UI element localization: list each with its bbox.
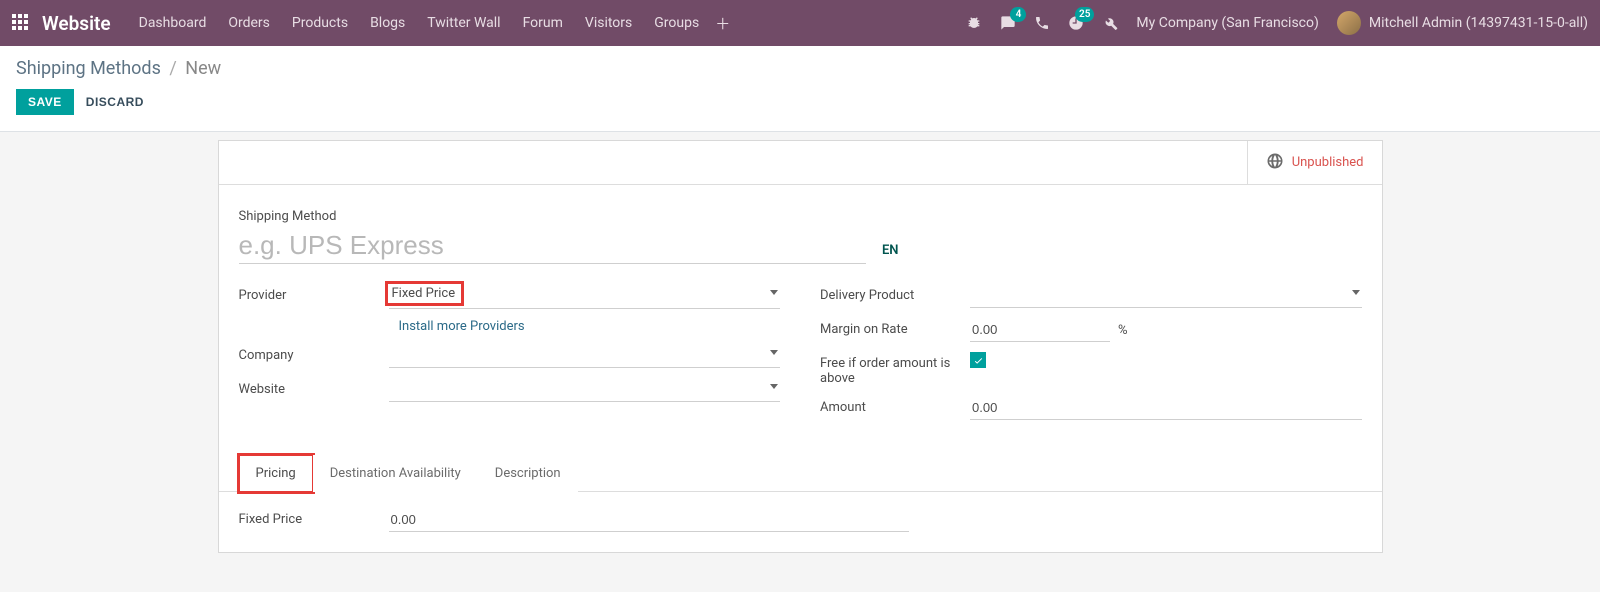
tab-destination-availability[interactable]: Destination Availability xyxy=(313,455,478,492)
company-select[interactable] xyxy=(389,344,781,368)
delivery-product-select[interactable] xyxy=(970,284,1362,308)
save-button[interactable]: SAVE xyxy=(16,89,74,115)
fixed-price-input[interactable] xyxy=(389,508,909,532)
shipping-method-input[interactable] xyxy=(239,228,866,264)
delivery-product-label: Delivery Product xyxy=(820,284,970,303)
tools-icon[interactable] xyxy=(1102,15,1118,31)
provider-label: Provider xyxy=(239,284,389,303)
user-menu[interactable]: Mitchell Admin (14397431-15-0-all) xyxy=(1337,11,1588,35)
nav-add-icon[interactable]: ＋ xyxy=(715,13,730,34)
free-if-label: Free if order amount is above xyxy=(820,352,970,386)
shipping-method-label: Shipping Method xyxy=(239,209,1362,224)
company-selector[interactable]: My Company (San Francisco) xyxy=(1136,15,1318,31)
apps-menu-icon[interactable] xyxy=(12,14,30,32)
free-if-checkbox[interactable] xyxy=(970,352,986,368)
activities-badge: 25 xyxy=(1075,7,1094,22)
install-providers-link[interactable]: Install more Providers xyxy=(399,319,525,334)
website-label: Website xyxy=(239,378,389,397)
user-name: Mitchell Admin (14397431-15-0-all) xyxy=(1369,15,1588,31)
chevron-down-icon xyxy=(770,290,778,295)
breadcrumb-root[interactable]: Shipping Methods xyxy=(16,58,161,79)
website-select[interactable] xyxy=(389,378,781,402)
activities-icon[interactable]: 25 xyxy=(1068,15,1084,31)
amount-input[interactable] xyxy=(970,396,1362,420)
form-sheet: Unpublished Shipping Method EN Provider xyxy=(218,140,1383,553)
nav-link-blogs[interactable]: Blogs xyxy=(370,15,405,31)
highlight-provider: Fixed Price xyxy=(385,281,465,306)
breadcrumb-separator: / xyxy=(169,58,176,79)
phone-icon[interactable] xyxy=(1034,15,1050,31)
nav-link-orders[interactable]: Orders xyxy=(228,15,270,31)
margin-suffix: % xyxy=(1118,323,1128,338)
tab-description[interactable]: Description xyxy=(478,455,578,492)
nav-link-groups[interactable]: Groups xyxy=(654,15,699,31)
tabs: Pricing Destination Availability Descrip… xyxy=(219,454,1382,492)
margin-input[interactable] xyxy=(970,318,1110,342)
navbar-right: 4 25 My Company (San Francisco) Mitchell… xyxy=(966,11,1588,35)
navbar: Website Dashboard Orders Products Blogs … xyxy=(0,0,1600,46)
breadcrumb: Shipping Methods / New xyxy=(16,58,1584,79)
margin-label: Margin on Rate xyxy=(820,318,970,337)
control-bar: Shipping Methods / New SAVE DISCARD xyxy=(0,46,1600,132)
nav-link-dashboard[interactable]: Dashboard xyxy=(139,15,207,31)
nav-link-twitter-wall[interactable]: Twitter Wall xyxy=(427,15,500,31)
status-bar: Unpublished xyxy=(219,141,1382,185)
tab-content-pricing: Fixed Price xyxy=(239,508,1362,532)
globe-icon xyxy=(1266,152,1284,174)
nav-link-forum[interactable]: Forum xyxy=(523,15,563,31)
nav-links: Dashboard Orders Products Blogs Twitter … xyxy=(139,15,700,31)
avatar xyxy=(1337,11,1361,35)
breadcrumb-current: New xyxy=(185,58,221,79)
language-button[interactable]: EN xyxy=(882,243,899,258)
tab-pricing[interactable]: Pricing xyxy=(239,455,313,492)
discard-button[interactable]: DISCARD xyxy=(86,95,144,109)
app-brand[interactable]: Website xyxy=(42,12,111,35)
company-label: Company xyxy=(239,344,389,363)
messages-badge: 4 xyxy=(1010,7,1026,22)
fixed-price-label: Fixed Price xyxy=(239,508,389,527)
messages-icon[interactable]: 4 xyxy=(1000,15,1016,31)
publish-status: Unpublished xyxy=(1292,155,1364,170)
debug-icon[interactable] xyxy=(966,15,982,31)
nav-link-products[interactable]: Products xyxy=(292,15,348,31)
nav-link-visitors[interactable]: Visitors xyxy=(585,15,632,31)
amount-label: Amount xyxy=(820,396,970,415)
provider-select-value[interactable]: Fixed Price xyxy=(392,286,456,301)
publish-toggle[interactable]: Unpublished xyxy=(1247,141,1382,184)
